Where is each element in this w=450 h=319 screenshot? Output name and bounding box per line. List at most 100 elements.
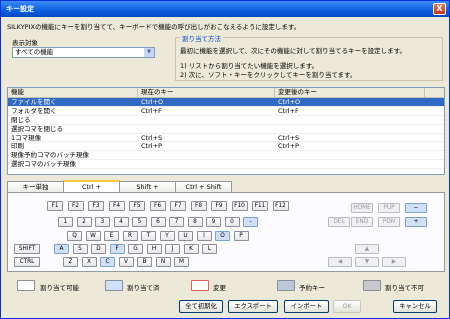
- title-bar: キー設定 X: [1, 1, 449, 17]
- function-key[interactable]: F12: [272, 201, 289, 211]
- export-button[interactable]: エクスポート: [228, 300, 278, 313]
- letter-key[interactable]: J: [165, 244, 180, 254]
- table-cell: Ctrl+O: [141, 98, 164, 106]
- letter-key[interactable]: Z: [63, 257, 78, 267]
- function-key[interactable]: F11: [252, 201, 268, 211]
- function-key[interactable]: F8: [190, 201, 207, 211]
- function-key[interactable]: F9: [211, 201, 227, 211]
- number-key[interactable]: 4: [113, 217, 129, 227]
- soft-keyboard: F1 F2 F3 F4 F5 F6 F7 F8 F9 F10 F11 F12 1 2 3 4 5 6 7 8 9 0- Q W…: [7, 192, 445, 272]
- letter-key[interactable]: K: [183, 244, 199, 254]
- table-cell: [275, 160, 425, 168]
- number-key[interactable]: 7: [169, 217, 184, 227]
- legend-label: 割り当て可能: [40, 284, 79, 292]
- letter-key[interactable]: Q: [67, 231, 82, 241]
- column-header-function[interactable]: 機能: [8, 88, 138, 97]
- letter-key[interactable]: T: [141, 231, 156, 241]
- table-row[interactable]: ファイルを開く Ctrl+O Ctrl+O: [8, 98, 444, 107]
- letter-key[interactable]: N: [155, 257, 171, 267]
- tab-ctrl[interactable]: Ctrl +: [63, 180, 120, 192]
- letter-key[interactable]: W: [85, 231, 101, 241]
- function-key[interactable]: F7: [170, 201, 186, 211]
- close-button[interactable]: X: [433, 3, 446, 15]
- arrow-up-key[interactable]: ▲: [355, 244, 379, 254]
- reset-all-button[interactable]: 全て初期化: [179, 300, 223, 313]
- tab-shift[interactable]: Shift +: [119, 181, 176, 192]
- number-key[interactable]: 1: [58, 217, 73, 227]
- numpad-plus-key[interactable]: +: [405, 217, 427, 227]
- arrow-down-key[interactable]: ▼: [355, 257, 379, 267]
- end-key[interactable]: END: [351, 217, 373, 227]
- tab-key-only[interactable]: キー単独: [7, 181, 64, 192]
- letter-key[interactable]: A: [54, 244, 69, 254]
- tab-ctrl-shift[interactable]: Ctrl + Shift +: [175, 181, 232, 201]
- legend-swatch-reserved: [277, 280, 295, 291]
- ctrl-key[interactable]: CTRL: [14, 257, 40, 267]
- letter-key[interactable]: C: [100, 257, 115, 267]
- table-row[interactable]: 印刷 Ctrl+P Ctrl+P: [8, 142, 444, 152]
- number-key[interactable]: 8: [187, 217, 203, 227]
- letter-key[interactable]: I: [196, 231, 212, 241]
- letter-key[interactable]: Y: [159, 231, 175, 241]
- table-row[interactable]: 現像予約コマのバッチ現像: [8, 151, 444, 161]
- legend-swatch-assignable: [17, 280, 35, 291]
- function-key[interactable]: F4: [108, 201, 125, 211]
- legend-swatch-unavailable: [363, 280, 381, 291]
- import-button[interactable]: インポート: [284, 300, 329, 313]
- table-row[interactable]: フォルダを開く Ctrl+F Ctrl+F: [8, 107, 444, 116]
- legend-label: 変更: [213, 284, 226, 292]
- number-key[interactable]: -: [243, 217, 258, 227]
- legend-label: 予約キー: [299, 284, 325, 292]
- letter-key[interactable]: L: [202, 244, 217, 254]
- number-key[interactable]: 2: [76, 217, 92, 227]
- number-key[interactable]: 5: [132, 217, 147, 227]
- letter-key[interactable]: P: [233, 231, 249, 241]
- number-key[interactable]: 3: [95, 217, 110, 227]
- function-key[interactable]: F5: [129, 201, 145, 211]
- number-key[interactable]: 9: [206, 217, 221, 227]
- table-row[interactable]: 選択コマのバッチ現像: [8, 160, 444, 170]
- arrow-right-key[interactable]: ▶: [382, 257, 406, 267]
- function-key[interactable]: F6: [149, 201, 166, 211]
- letter-key[interactable]: B: [137, 257, 152, 267]
- filter-select[interactable]: すべての機能 ▼: [12, 47, 155, 58]
- letter-key[interactable]: O: [215, 231, 230, 241]
- function-key[interactable]: F3: [88, 201, 104, 211]
- delete-key[interactable]: DEL: [328, 217, 350, 227]
- page-down-key[interactable]: PDN: [378, 217, 400, 227]
- page-up-key[interactable]: PUP: [378, 203, 400, 213]
- shift-key[interactable]: SHIFT: [14, 244, 40, 254]
- table-cell: 印刷: [11, 142, 24, 151]
- window-title: キー設定: [6, 5, 34, 13]
- cancel-button[interactable]: キャンセル: [393, 300, 437, 313]
- column-header-current-key[interactable]: 現在のキー: [138, 88, 275, 97]
- letter-key[interactable]: S: [72, 244, 88, 254]
- letter-key[interactable]: U: [178, 231, 193, 241]
- letter-key[interactable]: M: [174, 257, 189, 267]
- ok-button[interactable]: OK: [333, 300, 361, 313]
- home-key[interactable]: HOME: [351, 203, 373, 213]
- legend-label: 割り当て不可: [385, 284, 424, 292]
- numpad-minus-key[interactable]: −: [405, 203, 427, 213]
- column-header-new-key[interactable]: 変更後のキー: [275, 88, 425, 97]
- table-row[interactable]: 1コマ現像 Ctrl+S Ctrl+S: [8, 134, 444, 143]
- function-key[interactable]: F2: [67, 201, 84, 211]
- letter-key[interactable]: F: [109, 244, 125, 254]
- function-key[interactable]: F10: [231, 201, 248, 211]
- chevron-down-icon[interactable]: ▼: [144, 48, 154, 57]
- number-key[interactable]: 6: [150, 217, 166, 227]
- arrow-left-key[interactable]: ◀: [328, 257, 352, 267]
- letter-key[interactable]: V: [118, 257, 134, 267]
- letter-key[interactable]: E: [104, 231, 119, 241]
- letter-key[interactable]: R: [122, 231, 138, 241]
- letter-key[interactable]: D: [91, 244, 106, 254]
- letter-key[interactable]: G: [128, 244, 143, 254]
- table-row[interactable]: 選択コマを閉じる: [8, 125, 444, 134]
- letter-key[interactable]: H: [146, 244, 162, 254]
- number-key[interactable]: 0: [224, 217, 240, 227]
- function-key[interactable]: F1: [47, 201, 63, 211]
- modifier-tabs: キー単独 Ctrl + Shift + Ctrl + Shift +: [7, 180, 232, 201]
- table-cell: Ctrl+P: [278, 142, 299, 151]
- table-row[interactable]: 閉じる: [8, 116, 444, 125]
- letter-key[interactable]: X: [81, 257, 97, 267]
